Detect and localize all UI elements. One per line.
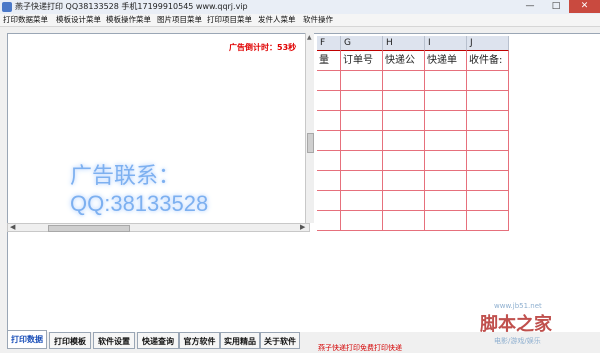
grid-cell[interactable]: [317, 71, 341, 91]
menu-template-ops[interactable]: 模板操作菜单: [106, 14, 151, 26]
grid-cell[interactable]: [317, 151, 341, 171]
grid-cell[interactable]: [341, 111, 383, 131]
title-bar: 燕子快递打印 QQ38133528 手机17199910545 www.qqrj…: [0, 0, 600, 15]
grid-cell[interactable]: [467, 91, 509, 111]
window-title: 燕子快递打印 QQ38133528 手机17199910545 www.qqrj…: [15, 2, 248, 11]
horizontal-scroll-thumb[interactable]: [48, 225, 130, 232]
grid-cell[interactable]: [341, 91, 383, 111]
grid-cell[interactable]: [383, 171, 425, 191]
grid-cell[interactable]: [425, 211, 467, 231]
grid-cell[interactable]: [383, 211, 425, 231]
ad-contact-qq: QQ:38133528: [70, 191, 209, 216]
header-cell-qty[interactable]: 量: [317, 51, 341, 71]
grid-cell[interactable]: [383, 111, 425, 131]
grid-cell[interactable]: [425, 71, 467, 91]
grid-cell[interactable]: [467, 191, 509, 211]
grid-cell[interactable]: [467, 151, 509, 171]
grid-cell[interactable]: [341, 211, 383, 231]
grid-cell[interactable]: [317, 131, 341, 151]
grid-cell[interactable]: [467, 131, 509, 151]
grid-cell[interactable]: [467, 71, 509, 91]
vertical-scroll-thumb[interactable]: [307, 133, 314, 153]
column-letter-g[interactable]: G: [341, 36, 383, 51]
column-letter-i[interactable]: I: [425, 36, 467, 51]
grid-cell[interactable]: [383, 91, 425, 111]
grid-cell[interactable]: [425, 131, 467, 151]
grid-cell[interactable]: [341, 71, 383, 91]
tab-settings[interactable]: 软件设置: [93, 332, 135, 349]
main-panel: 广告倒计时：53秒 广告联系： QQ:38133528 F G H I J 量 …: [7, 33, 600, 332]
grid-cell[interactable]: [383, 191, 425, 211]
tab-print-template[interactable]: 打印模板: [49, 332, 91, 349]
tab-express-query[interactable]: 快递查询: [137, 332, 179, 349]
status-text: 燕子快递打印免费打印快递: [318, 344, 402, 352]
scroll-up-icon[interactable]: ▲: [307, 34, 312, 41]
watermark-brand: 脚本之家: [480, 314, 552, 335]
scroll-right-icon[interactable]: ▶: [300, 224, 305, 231]
grid-cell[interactable]: [341, 131, 383, 151]
close-button[interactable]: ✕: [569, 0, 600, 13]
header-cell-company[interactable]: 快递公: [383, 51, 425, 71]
menu-template-design[interactable]: 模板设计菜单: [56, 14, 101, 26]
grid-cell[interactable]: [425, 151, 467, 171]
header-cell-order[interactable]: 订单号: [341, 51, 383, 71]
grid-cell[interactable]: [467, 171, 509, 191]
menu-print-data[interactable]: 打印数据菜单: [3, 14, 48, 26]
grid-cell[interactable]: [341, 191, 383, 211]
grid-cell[interactable]: [383, 131, 425, 151]
menu-sender[interactable]: 发件人菜单: [258, 14, 296, 26]
grid-cell[interactable]: [341, 171, 383, 191]
tab-featured[interactable]: 实用精品: [220, 332, 260, 349]
grid-cell[interactable]: [383, 71, 425, 91]
grid-cell[interactable]: [383, 151, 425, 171]
grid-cell[interactable]: [467, 111, 509, 131]
horizontal-scrollbar[interactable]: ◀ ▶: [7, 223, 310, 232]
maximize-button[interactable]: □: [543, 0, 569, 13]
tab-print-data[interactable]: 打印数据: [7, 330, 47, 349]
vertical-scrollbar[interactable]: ▲: [305, 33, 314, 223]
grid-cell[interactable]: [317, 191, 341, 211]
menu-image-items[interactable]: 图片项目菜单: [157, 14, 202, 26]
column-letter-f[interactable]: F: [317, 36, 341, 51]
header-cell-note[interactable]: 收件备:: [467, 51, 509, 71]
grid-cell[interactable]: [341, 151, 383, 171]
header-cell-tracking[interactable]: 快递单: [425, 51, 467, 71]
column-letter-j[interactable]: J: [467, 36, 509, 51]
minimize-button[interactable]: —: [517, 0, 543, 13]
ad-countdown: 广告倒计时：53秒: [229, 43, 297, 52]
grid-cell[interactable]: [425, 91, 467, 111]
grid-cell[interactable]: [467, 211, 509, 231]
menu-software-ops[interactable]: 软件操作: [303, 14, 333, 26]
grid-cell[interactable]: [317, 91, 341, 111]
grid-cell[interactable]: [425, 171, 467, 191]
grid-cell[interactable]: [317, 171, 341, 191]
grid-cell[interactable]: [317, 111, 341, 131]
grid-cell[interactable]: [425, 191, 467, 211]
scroll-left-icon[interactable]: ◀: [10, 224, 15, 231]
menu-print-items[interactable]: 打印项目菜单: [207, 14, 252, 26]
app-icon: [2, 2, 12, 12]
tab-official[interactable]: 官方软件: [179, 332, 220, 349]
menu-bar: 打印数据菜单 模板设计菜单 模板操作菜单 图片项目菜单 打印项目菜单 发件人菜单…: [0, 14, 600, 27]
watermark-subtitle: 电影/游戏/娱乐: [494, 337, 541, 345]
ad-contact-label: 广告联系：: [70, 163, 181, 188]
watermark-url: www.jb51.net: [494, 302, 542, 310]
tab-about[interactable]: 关于软件: [260, 332, 300, 349]
grid-cell[interactable]: [425, 111, 467, 131]
column-letter-h[interactable]: H: [383, 36, 425, 51]
grid-cell[interactable]: [317, 211, 341, 231]
